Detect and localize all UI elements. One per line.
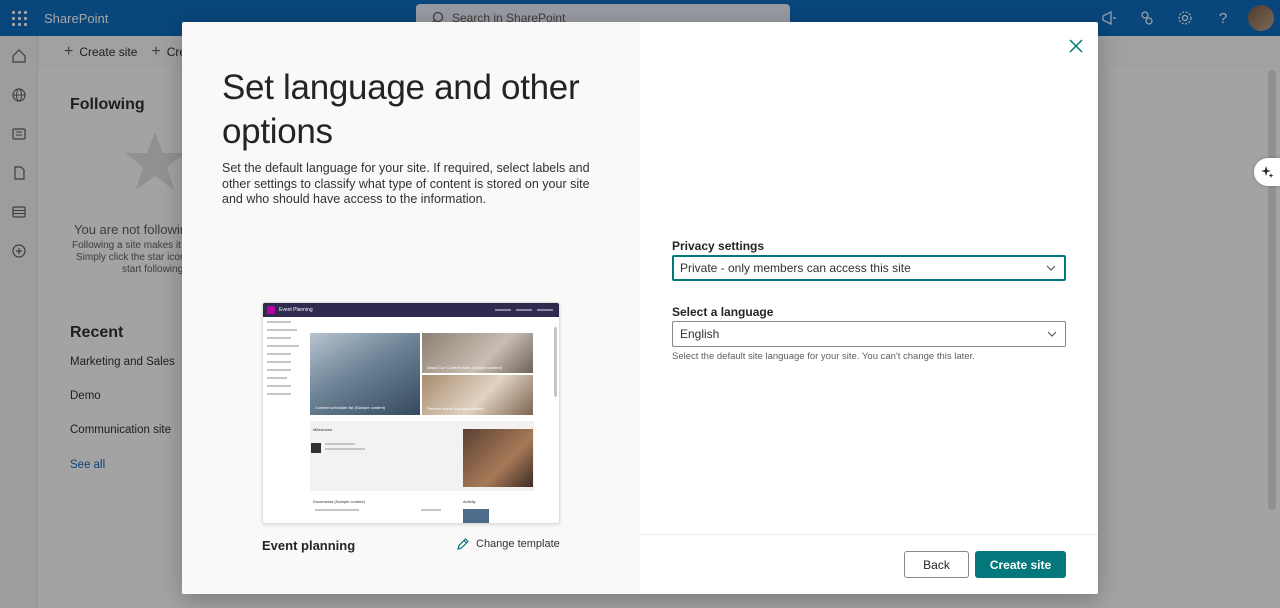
- close-button[interactable]: [1066, 36, 1086, 56]
- change-template-label: Change template: [476, 538, 560, 550]
- preview-caption: Preview event (Sample content): [427, 406, 484, 411]
- change-template-button[interactable]: Change template: [456, 537, 560, 551]
- dialog-description: Set the default language for your site. …: [222, 161, 590, 207]
- template-preview: Event Planning Content scheduler list (S…: [262, 302, 560, 524]
- sparkle-icon: [1261, 166, 1274, 178]
- close-icon: [1069, 39, 1083, 53]
- dialog-left-panel: Set language and other options Set the d…: [182, 22, 640, 594]
- preview-section-title: Activity: [463, 499, 476, 504]
- create-site-dialog: Set language and other options Set the d…: [182, 22, 1098, 594]
- copilot-button[interactable]: [1254, 158, 1280, 186]
- back-button[interactable]: Back: [904, 551, 969, 578]
- language-hint: Select the default site language for you…: [672, 351, 975, 362]
- preview-scrollbar: [554, 327, 557, 397]
- preview-caption: About Our Content team (Sample content): [427, 365, 502, 370]
- preview-section-title: Documents (Sample content): [313, 499, 365, 504]
- privacy-value: Private - only members can access this s…: [680, 261, 911, 275]
- preview-nav: [267, 321, 303, 401]
- preview-activity-thumb: [463, 509, 489, 523]
- preview-countdown-card: [463, 429, 533, 487]
- chevron-down-icon: [1047, 331, 1057, 337]
- create-site-submit-button[interactable]: Create site: [975, 551, 1066, 578]
- language-value: English: [680, 327, 720, 341]
- pencil-icon: [457, 538, 469, 550]
- language-dropdown[interactable]: English: [672, 321, 1066, 347]
- chevron-down-icon: [1046, 265, 1056, 271]
- privacy-label: Privacy settings: [672, 239, 765, 253]
- preview-caption: Content scheduler list (Sample content): [315, 405, 386, 410]
- language-label: Select a language: [672, 305, 774, 319]
- preview-section-title: Milestones: [313, 427, 333, 432]
- preview-header: Event Planning: [263, 303, 559, 317]
- template-name: Event planning: [262, 538, 356, 553]
- privacy-dropdown[interactable]: Private - only members can access this s…: [672, 255, 1066, 281]
- preview-logo: [267, 306, 275, 314]
- preview-calendar-icon: [311, 443, 321, 453]
- preview-hero-image: [310, 333, 420, 415]
- preview-site-title: Event Planning: [279, 307, 313, 313]
- dialog-title: Set language and other options: [222, 68, 580, 151]
- footer-divider: [640, 534, 1098, 535]
